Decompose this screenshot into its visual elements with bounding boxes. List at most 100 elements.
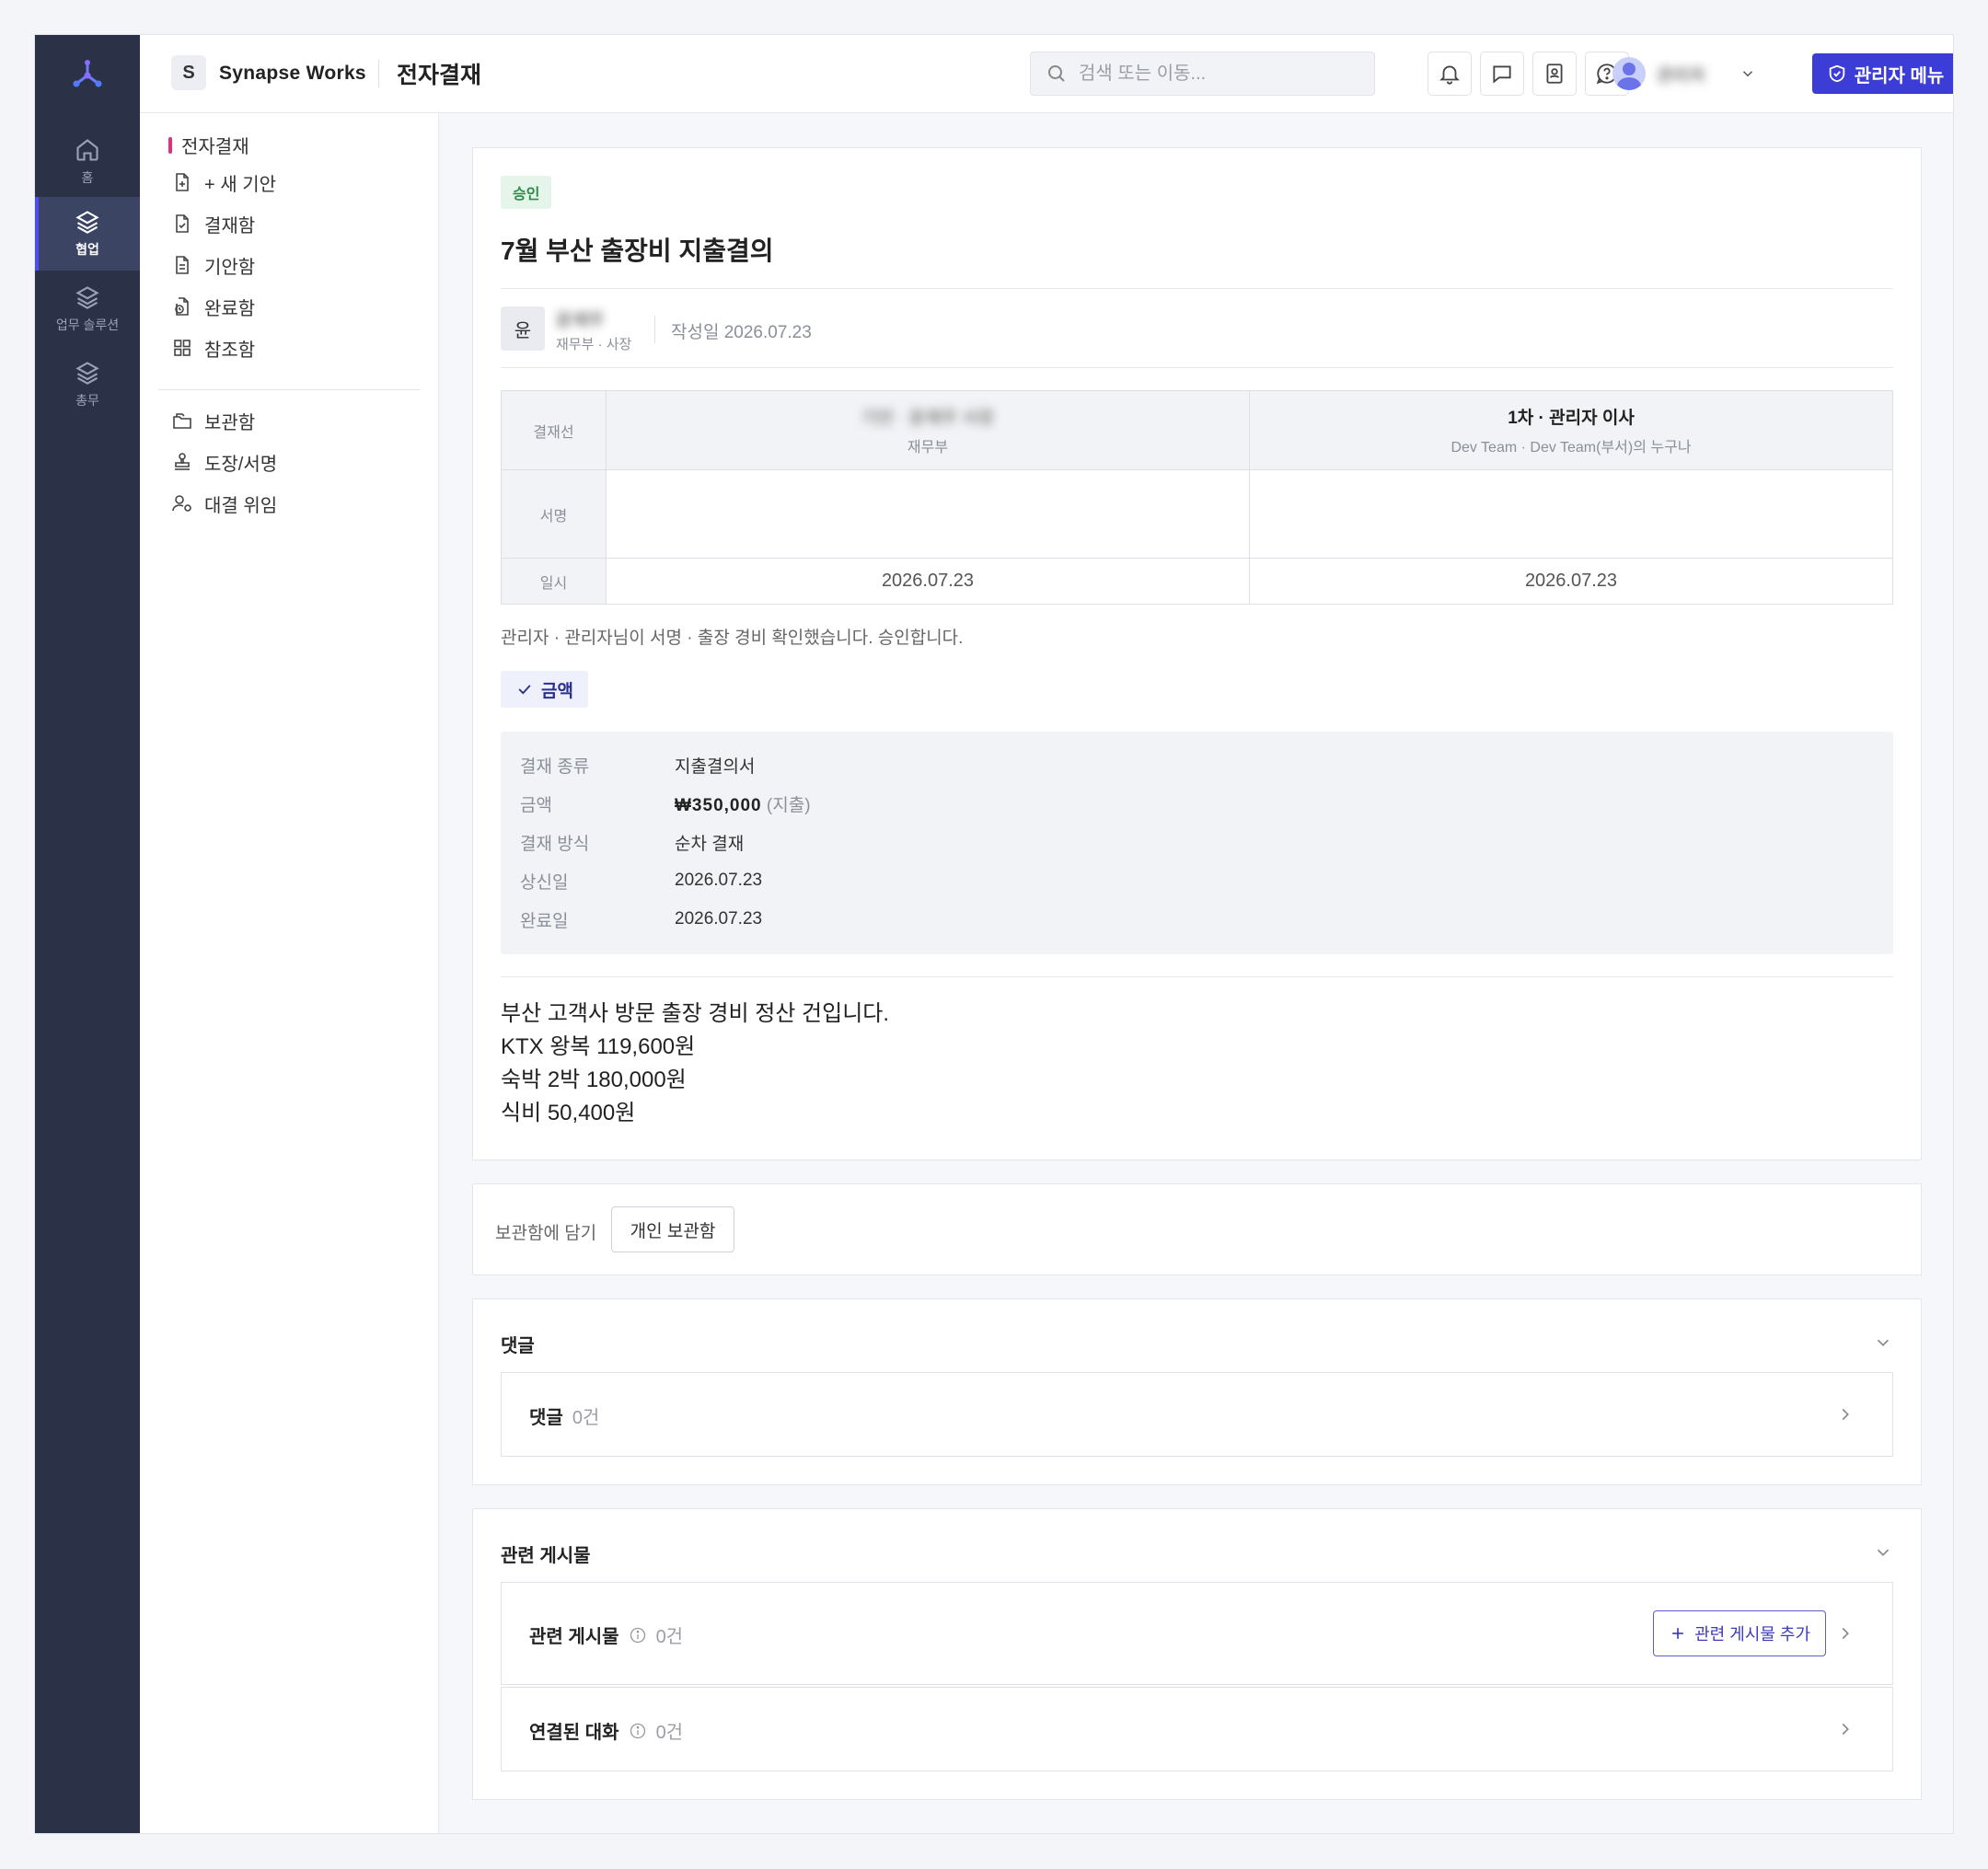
linked-chats-row[interactable]: 연결된 대화 0건: [501, 1687, 1893, 1771]
body-line: 숙박 2박 180,000원: [501, 1067, 687, 1092]
comments-label: 댓글: [529, 1408, 563, 1428]
messages-button[interactable]: [1480, 52, 1524, 96]
approval-date: 2026.07.23: [1249, 558, 1893, 605]
info-key: 완료일: [520, 911, 569, 931]
admin-menu-button[interactable]: 관리자 메뉴: [1812, 53, 1953, 94]
approver-name: 기안 · 윤재무 사장: [861, 409, 995, 428]
search-input[interactable]: [1079, 63, 1355, 85]
add-related-post-button[interactable]: 관련 게시물 추가: [1653, 1610, 1826, 1656]
workspace-name[interactable]: Synapse Works: [219, 63, 366, 85]
chevron-right-icon: [1842, 1408, 1849, 1421]
rail-item-solutions[interactable]: 업무 솔루션: [35, 272, 140, 346]
home-icon: [76, 139, 98, 161]
check-icon: [518, 685, 531, 695]
plus-icon: [1672, 1628, 1683, 1639]
divider: [378, 60, 379, 87]
amount-chip[interactable]: 금액: [501, 671, 588, 708]
top-bar: S Synapse Works 전자결재 관리자 관리자 메뉴: [140, 35, 1953, 113]
grid-icon: [174, 340, 191, 356]
add-related-post-label: 관련 게시물 추가: [1694, 1625, 1810, 1644]
written-date: 작성일 2026.07.23: [671, 323, 812, 342]
rail-item-collab[interactable]: 협업: [35, 197, 140, 271]
workspace-badge[interactable]: S: [171, 55, 206, 90]
app-logo-icon[interactable]: [70, 55, 105, 90]
sidebar-item-draft-box[interactable]: 기안함: [171, 251, 255, 279]
approval-row-label: 서명: [501, 469, 607, 559]
related-posts-label: 관련 게시물: [529, 1627, 619, 1647]
sidebar-divider: [158, 389, 420, 390]
divider: [501, 367, 1893, 368]
chat-icon: [1493, 65, 1511, 84]
sidebar-section-title: 전자결재: [168, 132, 249, 158]
sidebar-item-delegation[interactable]: 대결 위임: [171, 490, 277, 517]
sidebar-item-approval-box[interactable]: 결재함: [171, 210, 255, 237]
info-icon[interactable]: [629, 1626, 647, 1644]
chevron-down-icon[interactable]: [1873, 1542, 1893, 1563]
layers-icon: [75, 286, 99, 309]
sidebar-item-archive[interactable]: 보관함: [171, 407, 255, 434]
sidebar-item-label: + 새 기안: [204, 174, 276, 195]
layers-icon: [75, 362, 99, 385]
user-menu[interactable]: 관리자: [1612, 53, 1756, 94]
chevron-down-icon: [1742, 71, 1753, 77]
author-avatar: 윤: [501, 306, 545, 351]
search-icon: [1048, 65, 1065, 82]
main-content: 승인 7월 부산 출장비 지출결의 윤 윤재무 재무부 · 사장 작성일 202…: [439, 113, 1953, 1833]
related-posts-row[interactable]: 관련 게시물 0건 관련 게시물 추가: [501, 1582, 1893, 1685]
personal-archive-button[interactable]: 개인 보관함: [611, 1206, 734, 1252]
contacts-button[interactable]: [1532, 52, 1577, 96]
info-row: 완료일 2026.07.23: [520, 906, 762, 933]
chevron-right-icon: [1842, 1627, 1849, 1640]
info-icon[interactable]: [629, 1722, 647, 1740]
sidebar-item-label: 완료함: [204, 298, 256, 319]
app-rail: 홈 협업 업무 솔루션 총무: [35, 35, 140, 1833]
shield-icon: [1829, 64, 1844, 83]
divider: [654, 316, 655, 343]
sidebar-item-label: 도장/서명: [204, 454, 278, 475]
comments-row[interactable]: 댓글 0건: [501, 1372, 1893, 1457]
sidebar-item-completed-box[interactable]: 완료함: [171, 293, 255, 320]
sidebar-item-stamp-signature[interactable]: 도장/서명: [171, 448, 277, 476]
info-row: 결재 방식 순차 결재: [520, 828, 744, 856]
comments-card: 댓글 댓글 0건: [472, 1298, 1922, 1485]
signature-cell: [1249, 469, 1893, 559]
notifications-button[interactable]: [1427, 52, 1472, 96]
info-value: 지출결의서: [675, 756, 756, 777]
chevron-down-icon[interactable]: [1873, 1333, 1893, 1353]
info-value: 2026.07.23: [675, 909, 763, 929]
info-row: 금액 ₩350,000 (지출): [520, 790, 811, 817]
related-posts-count: 0건: [655, 1627, 684, 1647]
rail-item-home[interactable]: 홈: [35, 125, 140, 199]
approval-row-label: 결재선: [501, 390, 607, 470]
info-key: 결재 종류: [520, 756, 590, 777]
stamp-icon: [175, 453, 190, 470]
file-check-icon: [176, 214, 189, 233]
document-body: 부산 고객사 방문 출장 경비 정산 건입니다. KTX 왕복 119,600원…: [501, 998, 889, 1130]
amount-chip-label: 금액: [541, 681, 573, 701]
info-key: 결재 방식: [520, 834, 590, 854]
body-line: KTX 왕복 119,600원: [501, 1034, 696, 1059]
approver-cell: 기안 · 윤재무 사장 재무부: [606, 390, 1250, 470]
approval-row-label: 일시: [501, 558, 607, 605]
page-title: 전자결재: [397, 63, 482, 88]
search-box[interactable]: [1030, 52, 1375, 96]
document-card: 승인 7월 부산 출장비 지출결의 윤 윤재무 재무부 · 사장 작성일 202…: [472, 147, 1922, 1160]
amount-suffix: (지출): [766, 795, 811, 815]
status-badge: 승인: [501, 176, 552, 209]
linked-chats-label: 연결된 대화: [529, 1723, 619, 1743]
rail-item-general-affairs[interactable]: 총무: [35, 348, 140, 421]
author-name: 윤재무: [556, 311, 605, 330]
linked-chats-count: 0건: [655, 1723, 684, 1743]
bell-icon: [1439, 65, 1460, 85]
info-key: 금액: [520, 795, 552, 815]
info-value: 2026.07.23: [675, 871, 763, 890]
rail-item-label: 총무: [75, 393, 99, 408]
info-value: 순차 결재: [675, 834, 745, 854]
related-card: 관련 게시물 관련 게시물 0건 관련 게시물 추가 연결된 대화 0건: [472, 1508, 1922, 1800]
approver-cell: 1차 · 관리자 이사 Dev Team · Dev Team(부서)의 누구나: [1249, 390, 1893, 470]
sidebar-item-reference-box[interactable]: 참조함: [171, 334, 255, 362]
approval-comment: 관리자 · 관리자님이 서명 · 출장 경비 확인했습니다. 승인합니다.: [501, 629, 964, 648]
sidebar-item-new-draft[interactable]: + 새 기안: [171, 168, 276, 196]
divider: [501, 976, 1893, 977]
author-department: 재무부 · 사장: [556, 337, 632, 352]
